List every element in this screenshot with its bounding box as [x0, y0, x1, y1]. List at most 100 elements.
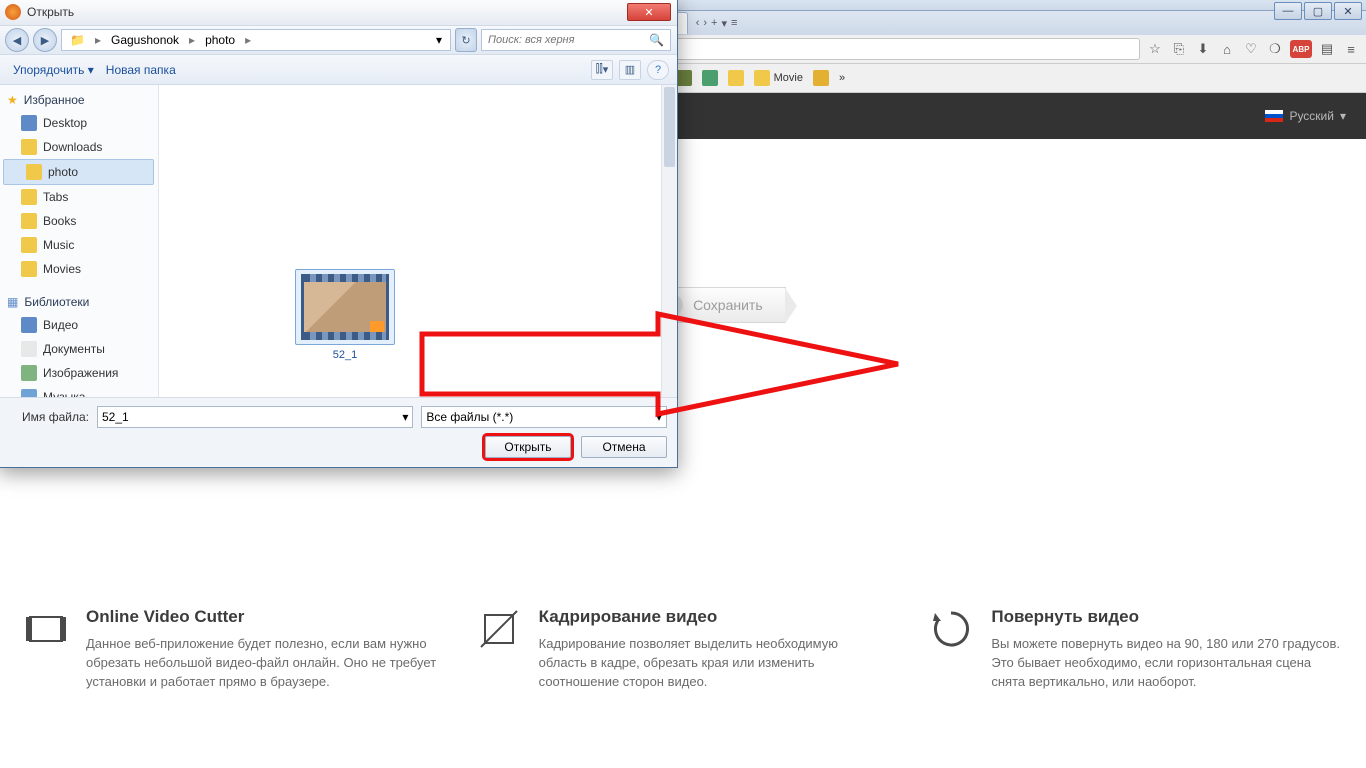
feature-icon [929, 607, 973, 651]
toolbar-icon-2[interactable]: ⬇ [1194, 40, 1212, 58]
crumb-photo[interactable]: photo [201, 33, 239, 47]
bookmark-24[interactable]: Movie [754, 70, 803, 86]
tree-item-label: Музыка [43, 390, 85, 397]
bookmark-icon [702, 70, 718, 86]
language-label: Русский [1289, 109, 1334, 123]
tree-lib-1[interactable]: Документы [0, 337, 158, 361]
feature-1: Кадрирование видео Кадрирование позволяет… [477, 607, 890, 692]
play-overlay-icon [370, 321, 384, 335]
tree-item-label: Music [43, 238, 74, 252]
bookmark-icon [754, 70, 770, 86]
bookmarks-overflow[interactable]: » [839, 72, 845, 84]
feature-title: Кадрирование видео [539, 607, 890, 627]
bookmark-25[interactable] [813, 70, 829, 86]
tree-item-label: Документы [43, 342, 105, 356]
language-selector[interactable]: Русский ▾ [1265, 109, 1346, 123]
toolbar-icon-1[interactable]: ⎘ [1170, 40, 1188, 58]
bookmark-21[interactable] [676, 70, 692, 86]
file-list[interactable]: 52_1 [159, 85, 677, 397]
bookmark-icon [728, 70, 744, 86]
link-icon: 🔗 [686, 471, 701, 485]
tree-item-label: Видео [43, 318, 78, 332]
feature-icon [24, 607, 68, 651]
folder-icon [21, 261, 37, 277]
tab-new[interactable]: + [711, 17, 717, 29]
organize-menu[interactable]: Упорядочить ▾ [7, 61, 100, 79]
bookmark-22[interactable] [702, 70, 718, 86]
dialog-nav-back[interactable]: ◀ [5, 28, 29, 52]
feature-title: Повернуть видео [991, 607, 1342, 627]
breadcrumb[interactable]: 📁 ▸ Gagushonok ▸ photo ▸ ▾ [61, 29, 451, 51]
folder-icon [26, 164, 42, 180]
cancel-button[interactable]: Отмена [581, 436, 667, 458]
tab-list[interactable]: ≡ [731, 17, 737, 29]
tree-lib-2[interactable]: Изображения [0, 361, 158, 385]
chevron-right-icon: ▸ [91, 33, 105, 47]
tree-item-movies[interactable]: Movies [0, 257, 158, 281]
tree-favorites-header[interactable]: ★Избранное [0, 89, 158, 111]
tree-lib-3[interactable]: Музыка [0, 385, 158, 397]
toolbar-icon-4[interactable]: ♡ [1242, 40, 1260, 58]
new-folder-button[interactable]: Новая папка [100, 61, 182, 79]
bookmark-23[interactable] [728, 70, 744, 86]
library-item-icon [21, 389, 37, 397]
dialog-search[interactable]: 🔍 [481, 29, 671, 51]
filename-input[interactable]: 52_1▾ [97, 406, 413, 428]
source-drive-link[interactable]: Drive [638, 471, 666, 485]
dialog-title: Открыть [27, 5, 74, 19]
feature-icon [477, 607, 521, 651]
folder-icon [21, 189, 37, 205]
dialog-search-input[interactable] [488, 34, 645, 46]
tree-item-label: Books [43, 214, 76, 228]
window-minimize[interactable]: — [1274, 2, 1302, 20]
tab-scroll-right[interactable]: › [703, 17, 707, 29]
toolbar-icon-5[interactable]: ❍ [1266, 40, 1284, 58]
feature-body: Вы можете повернуть видео на 90, 180 или… [991, 635, 1342, 692]
open-button[interactable]: Открыть [485, 436, 571, 458]
tree-item-label: Desktop [43, 116, 87, 130]
help-button[interactable]: ? [647, 60, 669, 80]
tree-libraries-header[interactable]: ▦Библиотеки [0, 291, 158, 313]
tree-item-books[interactable]: Books [0, 209, 158, 233]
dialog-close-button[interactable]: ✕ [627, 3, 671, 21]
toolbar-icon-7[interactable]: ▤ [1318, 40, 1336, 58]
toolbar-icon-0[interactable]: ☆ [1146, 40, 1164, 58]
crumb-dropdown[interactable]: ▾ [432, 33, 446, 47]
search-icon: 🔍 [649, 33, 664, 47]
dialog-nav-forward[interactable]: ▶ [33, 28, 57, 52]
file-list-scrollbar[interactable] [661, 85, 677, 397]
tab-dropdown[interactable]: ▾ [721, 17, 727, 30]
filename-label: Имя файла: [9, 410, 89, 424]
tree-item-downloads[interactable]: Downloads [0, 135, 158, 159]
crumb-gagushonok[interactable]: Gagushonok [107, 33, 183, 47]
library-item-icon [21, 317, 37, 333]
dialog-refresh[interactable]: ↻ [455, 28, 477, 52]
file-filter-select[interactable]: Все файлы (*.*)▾ [421, 406, 667, 428]
chevron-right-icon: ▸ [241, 33, 255, 47]
toolbar-icon-6[interactable]: ABP [1290, 40, 1312, 58]
tree-item-tabs[interactable]: Tabs [0, 185, 158, 209]
tree-item-label: photo [48, 165, 78, 179]
nav-tree: ★Избранное Desktop Downloads photo Tabs Book… [0, 85, 159, 397]
firefox-icon [5, 4, 21, 20]
tree-lib-0[interactable]: Видео [0, 313, 158, 337]
toolbar-icon-8[interactable]: ≡ [1342, 40, 1360, 58]
preview-pane-button[interactable]: ▥ [619, 60, 641, 80]
feature-body: Данное веб-приложение будет полезно, есл… [86, 635, 437, 692]
bookmark-icon [813, 70, 829, 86]
source-url-link[interactable]: 🔗 URL [686, 471, 729, 485]
library-icon: ▦ [7, 295, 18, 309]
tree-item-photo[interactable]: photo [3, 159, 154, 185]
tree-item-desktop[interactable]: Desktop [0, 111, 158, 135]
chevron-down-icon: ▾ [603, 63, 609, 76]
tab-scroll-left[interactable]: ‹ [696, 17, 700, 29]
file-thumbnail-52-1[interactable]: 52_1 [295, 269, 395, 361]
window-close[interactable]: ✕ [1334, 2, 1362, 20]
view-mode-button[interactable]: ⫿⫿ ▾ [591, 60, 613, 80]
feature-body: Кадрирование позволяет выделить необходи… [539, 635, 890, 692]
toolbar-icon-3[interactable]: ⌂ [1218, 40, 1236, 58]
tree-item-label: Tabs [43, 190, 68, 204]
feature-2: Повернуть видео Вы можете повернуть видео… [929, 607, 1342, 692]
window-maximize[interactable]: ▢ [1304, 2, 1332, 20]
tree-item-music[interactable]: Music [0, 233, 158, 257]
